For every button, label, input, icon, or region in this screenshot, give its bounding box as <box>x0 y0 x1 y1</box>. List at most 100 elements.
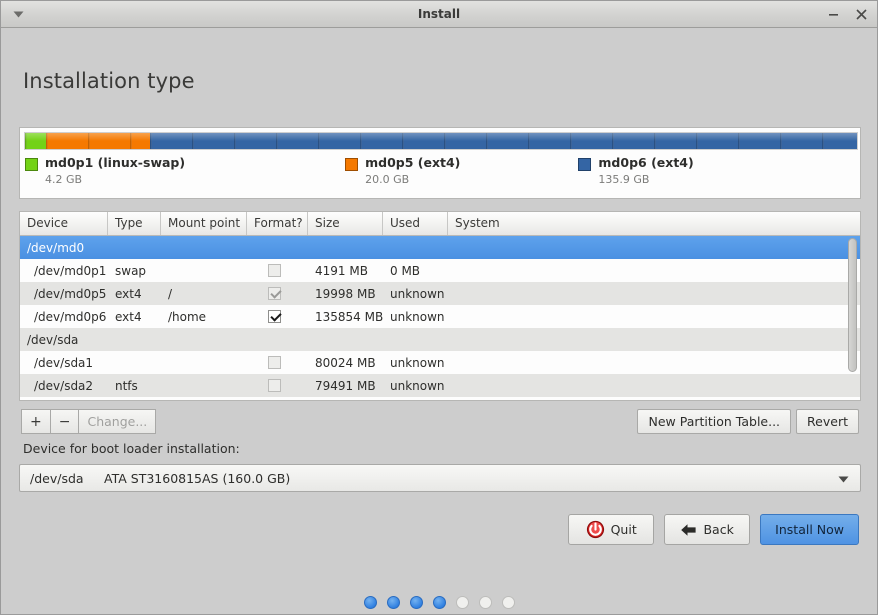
vertical-scrollbar[interactable] <box>846 238 858 398</box>
new-partition-table-button[interactable]: New Partition Table... <box>637 409 792 434</box>
scrollbar-thumb[interactable] <box>848 238 857 372</box>
legend-size: 20.0 GB <box>365 172 410 186</box>
cell-type: ext4 <box>115 286 142 301</box>
progress-dot-4 <box>432 596 446 609</box>
bootloader-device-value: /dev/sda <box>30 470 84 486</box>
cell-device: /dev/sda1 <box>34 355 94 370</box>
legend-label: md0p5 (ext4) <box>365 155 461 170</box>
progress-dot-3 <box>409 596 423 609</box>
legend-color-swatch <box>345 158 359 171</box>
partition-segment-md0p1 <box>25 133 46 149</box>
partition-table[interactable]: Device Type Mount point Format? Size Used Syst… <box>19 211 861 401</box>
cell-size: 135854 MB <box>315 309 383 324</box>
legend-size: 4.2 GB <box>45 172 83 186</box>
cell-type: swap <box>115 263 147 278</box>
cell-type: ntfs <box>115 378 138 393</box>
legend-size: 135.9 GB <box>598 172 650 186</box>
back-label: Back <box>703 522 734 537</box>
cell-used: unknown <box>390 378 445 393</box>
cell-used: unknown <box>390 286 445 301</box>
partition-legend: md0p1 (linux-swap) 4.2 GB md0p5 (ext4) 20.0… <box>25 155 856 186</box>
quit-button[interactable]: Quit <box>568 514 655 545</box>
close-button[interactable] <box>854 6 868 22</box>
wizard-progress-dots <box>1 596 877 609</box>
legend-color-swatch <box>25 158 38 171</box>
cell-size: 4191 MB <box>315 263 368 278</box>
legend-label: md0p6 (ext4) <box>598 155 694 170</box>
wizard-actions: Quit Back Install Now <box>568 514 859 545</box>
format-checkbox[interactable] <box>268 264 281 277</box>
format-checkbox[interactable] <box>268 310 281 323</box>
column-header-device[interactable]: Device <box>20 212 108 235</box>
segment-ticks <box>45 133 150 149</box>
cell-type: ext4 <box>115 309 142 324</box>
cell-size: 19998 MB <box>315 286 376 301</box>
cell-size: 79491 MB <box>315 378 376 393</box>
back-button[interactable]: Back <box>664 514 751 545</box>
cell-device: /dev/sda2 <box>34 378 94 393</box>
cell-device: /dev/md0p6 <box>34 309 107 324</box>
installation-type-page: Installation type md0p1 (linux-swap) 4.2 … <box>1 28 877 614</box>
cell-mount-point: /home <box>168 309 207 324</box>
remove-partition-button[interactable]: − <box>49 409 79 434</box>
cell-mount-point: / <box>168 286 173 301</box>
partition-segment-md0p6 <box>149 133 857 149</box>
table-row[interactable]: /dev/md0p1 swap 4191 MB 0 MB <box>20 259 860 282</box>
cell-format <box>247 287 308 300</box>
progress-dot-5 <box>455 596 469 609</box>
table-row[interactable]: /dev/sda2 ntfs 79491 MB unknown <box>20 374 860 397</box>
close-icon <box>855 8 867 20</box>
revert-button[interactable]: Revert <box>796 409 859 434</box>
column-header-format[interactable]: Format? <box>247 212 308 235</box>
cell-device: /dev/md0p5 <box>34 286 107 301</box>
partition-usage-bar <box>24 132 858 150</box>
legend-item-0: md0p1 (linux-swap) 4.2 GB <box>25 155 185 186</box>
partition-table-actions: New Partition Table... Revert <box>637 409 859 434</box>
legend-item-2: md0p6 (ext4) 135.9 GB <box>578 155 694 186</box>
table-row[interactable]: /dev/sda1 80024 MB unknown <box>20 351 860 374</box>
bootloader-device-description: ATA ST3160815AS (160.0 GB) <box>104 470 291 486</box>
title-bar: Install <box>1 1 877 28</box>
partition-edit-toolbar: + − Change... <box>21 409 157 434</box>
format-checkbox[interactable] <box>268 379 281 392</box>
cell-device: /dev/sda <box>27 332 79 347</box>
segment-ticks <box>149 133 857 149</box>
window-title: Install <box>417 7 461 21</box>
column-header-type[interactable]: Type <box>108 212 161 235</box>
cell-size: 80024 MB <box>315 355 376 370</box>
format-checkbox[interactable] <box>268 287 281 300</box>
minimize-button[interactable] <box>826 6 840 22</box>
cell-used: unknown <box>390 309 445 324</box>
plus-icon: + <box>30 413 42 430</box>
table-body[interactable]: /dev/md0/dev/md0p1 swap 4191 MB 0 MB/dev/md… <box>20 236 860 400</box>
column-header-system[interactable]: System <box>448 212 846 235</box>
cell-device: /dev/md0p1 <box>34 263 107 278</box>
minus-icon: − <box>58 413 71 430</box>
cell-device: /dev/md0 <box>27 240 85 255</box>
chevron-down-icon <box>838 471 860 486</box>
table-row[interactable]: /dev/md0p5 ext4 / 19998 MB unknown <box>20 282 860 305</box>
partition-graph-panel: md0p1 (linux-swap) 4.2 GB md0p5 (ext4) 20.0… <box>19 127 861 199</box>
window-menu-button[interactable] <box>1 1 35 27</box>
table-header-row: Device Type Mount point Format? Size Used Syst… <box>20 212 860 236</box>
table-row[interactable]: /dev/md0 <box>20 236 860 259</box>
legend-label: md0p1 (linux-swap) <box>45 155 186 170</box>
format-checkbox[interactable] <box>268 356 281 369</box>
table-row[interactable]: /dev/md0p6 ext4/home 135854 MB unknown <box>20 305 860 328</box>
column-header-size[interactable]: Size <box>308 212 383 235</box>
cell-format <box>247 379 308 392</box>
bootloader-device-select[interactable]: /dev/sda ATA ST3160815AS (160.0 GB) <box>19 464 861 492</box>
progress-dot-7 <box>501 596 515 609</box>
legend-color-swatch <box>578 158 592 171</box>
install-now-button[interactable]: Install Now <box>760 514 859 545</box>
progress-dot-2 <box>386 596 400 609</box>
column-header-mount-point[interactable]: Mount point <box>161 212 247 235</box>
table-row[interactable]: /dev/sda <box>20 328 860 351</box>
cell-format <box>247 356 308 369</box>
quit-label: Quit <box>610 522 637 537</box>
segment-ticks <box>25 133 46 149</box>
add-partition-button[interactable]: + <box>21 409 50 434</box>
power-icon <box>586 520 605 539</box>
column-header-used[interactable]: Used <box>383 212 448 235</box>
change-partition-button[interactable]: Change... <box>78 409 157 434</box>
